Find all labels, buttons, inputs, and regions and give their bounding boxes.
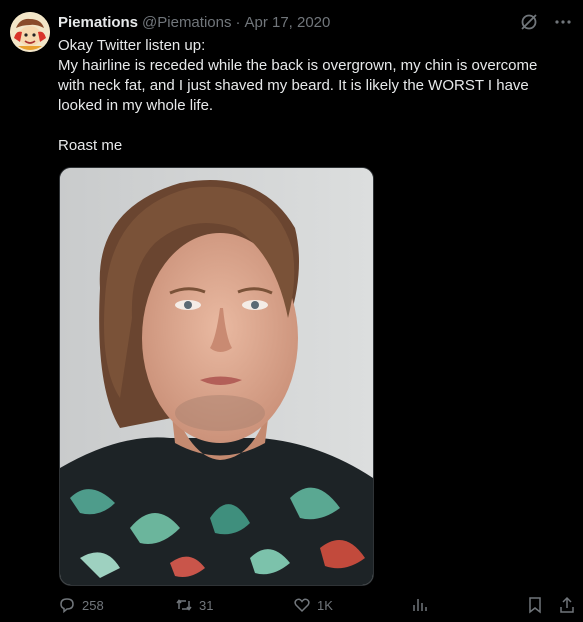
like-icon (294, 598, 310, 613)
reply-count: 258 (82, 597, 104, 613)
bookmark-icon (529, 597, 541, 614)
tweet-date[interactable]: Apr 17, 2020 (244, 14, 330, 31)
tweet-line-3: Roast me (58, 137, 123, 154)
user-handle[interactable]: @Piemations (142, 14, 231, 31)
separator: · (235, 13, 241, 31)
retweet-icon (176, 599, 192, 611)
top-icons (519, 12, 573, 32)
grok-icon[interactable] (519, 12, 539, 32)
like-count: 1K (317, 597, 333, 613)
reply-icon (60, 598, 74, 614)
tweet[interactable]: Piemations @Piemations · Apr 17, 2020 Ok… (0, 0, 583, 622)
like-button[interactable]: 1K (293, 596, 333, 614)
more-icon[interactable] (553, 12, 573, 32)
share-button[interactable] (558, 596, 576, 614)
retweet-count: 31 (199, 597, 214, 613)
tweet-line-1: Okay Twitter listen up: (58, 37, 206, 54)
tweet-text: Okay Twitter listen up: My hairline is r… (58, 36, 558, 156)
reply-button[interactable]: 258 (58, 596, 104, 614)
action-bar: 258 31 1K (58, 596, 578, 618)
share-icon (560, 596, 574, 613)
tweet-photo[interactable] (59, 167, 374, 586)
display-name[interactable]: Piemations (58, 14, 138, 31)
retweet-button[interactable]: 31 (175, 596, 213, 614)
bookmark-button[interactable] (526, 596, 544, 614)
tweet-line-2: My hairline is receded while the back is… (58, 57, 538, 114)
views-icon (413, 599, 427, 611)
views-button[interactable] (410, 596, 428, 614)
tweet-header: Piemations @Piemations · Apr 17, 2020 (58, 12, 330, 32)
avatar[interactable] (10, 12, 50, 52)
